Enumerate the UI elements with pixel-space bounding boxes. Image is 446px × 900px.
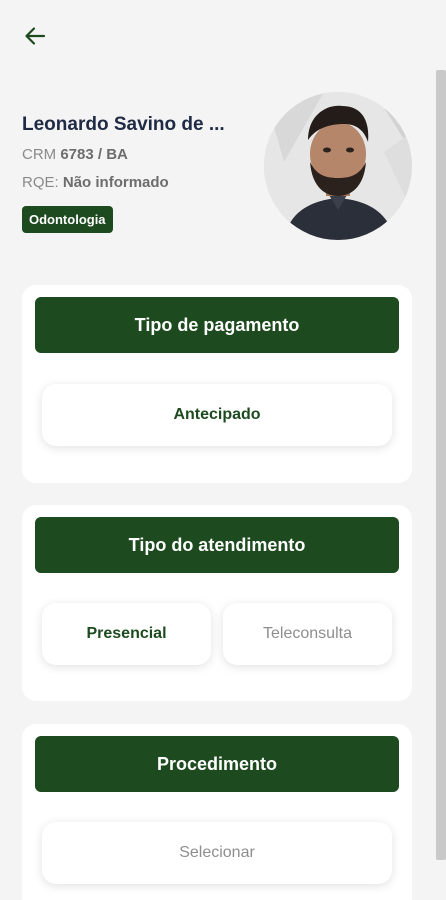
scrollbar[interactable] [436, 70, 446, 860]
service-option-presencial[interactable]: Presencial [42, 603, 211, 665]
procedure-card: Procedimento Selecionar [22, 724, 412, 900]
doctor-photo [264, 92, 412, 240]
doctor-rqe: RQE: Não informado [22, 174, 169, 191]
payment-option-antecipado[interactable]: Antecipado [42, 384, 392, 446]
rqe-value: Não informado [62, 174, 169, 191]
doctor-profile: Leonardo Savino de ... CRM 6783 / BA RQE… [22, 92, 422, 252]
service-option-teleconsulta[interactable]: Teleconsulta [223, 603, 392, 665]
crm-label: CRM [22, 146, 57, 163]
crm-value: 6783 / BA [60, 146, 128, 163]
rqe-label: RQE: [22, 174, 59, 191]
arrow-left-icon [25, 27, 46, 45]
procedure-select[interactable]: Selecionar [42, 822, 392, 884]
doctor-avatar [264, 92, 412, 240]
service-type-card-title: Tipo do atendimento [35, 517, 399, 573]
service-type-card: Tipo do atendimento Presencial Teleconsu… [22, 505, 412, 701]
back-button[interactable] [18, 20, 52, 52]
payment-card-title: Tipo de pagamento [35, 297, 399, 353]
doctor-crm: CRM 6783 / BA [22, 146, 128, 163]
top-bar [0, 0, 446, 70]
procedure-card-title: Procedimento [35, 736, 399, 792]
payment-card: Tipo de pagamento Antecipado [22, 285, 412, 483]
specialty-badge: Odontologia [22, 206, 113, 233]
doctor-name: Leonardo Savino de ... [22, 114, 225, 135]
